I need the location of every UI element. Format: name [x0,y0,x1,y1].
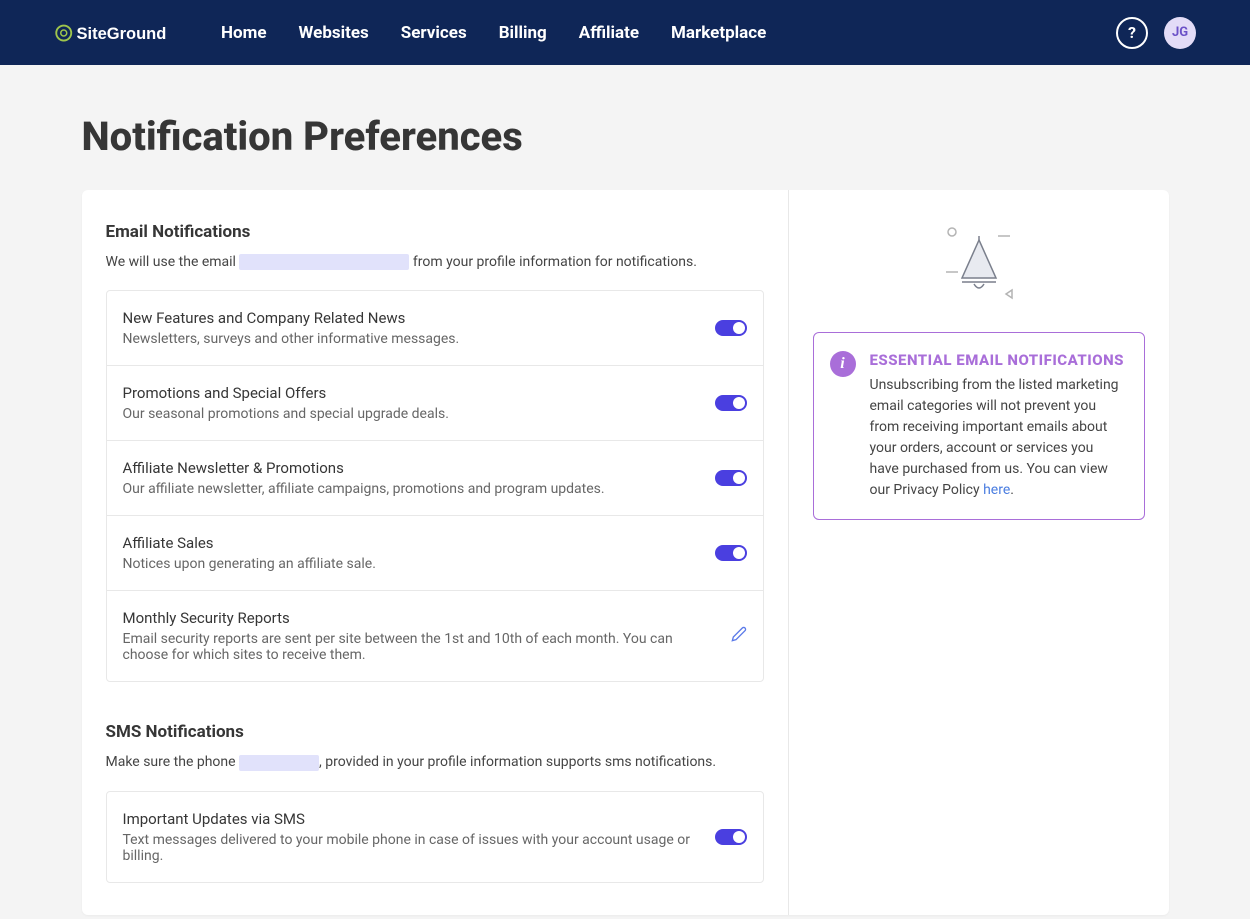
email-section-desc: We will use the email from your profile … [106,254,764,270]
sms-section-title: SMS Notifications [106,722,764,742]
sms-pref-list: Important Updates via SMS Text messages … [106,791,764,883]
nav-home[interactable]: Home [221,23,267,43]
info-text-body: Unsubscribing from the listed marketing … [870,377,1119,498]
email-pref-list: New Features and Company Related News Ne… [106,290,764,682]
toggle-affiliate-sales[interactable] [715,545,747,561]
sms-desc-prefix: Make sure the phone [106,754,240,770]
pref-desc: Notices upon generating an affiliate sal… [123,556,699,572]
pref-title: Monthly Security Reports [123,609,715,627]
page-title: Notification Preferences [82,113,1169,160]
avatar[interactable]: JG [1164,17,1196,49]
info-icon: i [830,351,856,377]
pref-desc: Newsletters, surveys and other informati… [123,331,699,347]
nav-billing[interactable]: Billing [499,23,547,43]
top-nav: SiteGround Home Websites Services Billin… [0,0,1250,65]
bell-illustration [813,222,1145,302]
info-box: i ESSENTIAL EMAIL NOTIFICATIONS Unsubscr… [813,332,1145,520]
toggle-affiliate-newsletter[interactable] [715,470,747,486]
pref-security-reports: Monthly Security Reports Email security … [107,591,763,681]
pref-desc: Email security reports are sent per site… [123,631,715,663]
nav-marketplace[interactable]: Marketplace [671,23,766,43]
pref-title: Promotions and Special Offers [123,384,699,402]
privacy-policy-link[interactable]: here [983,482,1010,498]
nav-right: ? JG [1116,17,1196,49]
pref-title: Important Updates via SMS [123,810,699,828]
pref-affiliate-sales: Affiliate Sales Notices upon generating … [107,516,763,591]
redacted-email [239,254,409,270]
toggle-sms-updates[interactable] [715,829,747,845]
help-icon[interactable]: ? [1116,17,1148,49]
redacted-phone [239,755,319,771]
pencil-icon[interactable] [731,626,747,646]
info-box-text: Unsubscribing from the listed marketing … [870,375,1126,501]
content-card: Email Notifications We will use the emai… [82,190,1169,915]
pref-promotions: Promotions and Special Offers Our season… [107,366,763,441]
toggle-new-features[interactable] [715,320,747,336]
nav-items: Home Websites Services Billing Affiliate… [221,23,1116,43]
nav-websites[interactable]: Websites [299,23,369,43]
side-column: i ESSENTIAL EMAIL NOTIFICATIONS Unsubscr… [789,190,1169,915]
pref-desc: Our seasonal promotions and special upgr… [123,406,699,422]
pref-desc: Our affiliate newsletter, affiliate camp… [123,481,699,497]
info-text-suffix: . [1010,482,1014,498]
pref-new-features: New Features and Company Related News Ne… [107,291,763,366]
sms-desc-suffix: , provided in your profile information s… [319,754,716,770]
pref-title: New Features and Company Related News [123,309,699,327]
svg-text:SiteGround: SiteGround [77,25,167,43]
email-desc-prefix: We will use the email [106,254,240,270]
pref-sms-updates: Important Updates via SMS Text messages … [107,792,763,882]
pref-title: Affiliate Sales [123,534,699,552]
info-box-title: ESSENTIAL EMAIL NOTIFICATIONS [870,351,1126,369]
sms-section-desc: Make sure the phone , provided in your p… [106,754,764,770]
main-column: Email Notifications We will use the emai… [82,190,789,915]
email-desc-suffix: from your profile information for notifi… [409,254,697,270]
pref-desc: Text messages delivered to your mobile p… [123,832,699,864]
email-section-title: Email Notifications [106,222,764,242]
pref-title: Affiliate Newsletter & Promotions [123,459,699,477]
logo[interactable]: SiteGround [54,18,189,48]
toggle-promotions[interactable] [715,395,747,411]
nav-services[interactable]: Services [401,23,467,43]
pref-affiliate-newsletter: Affiliate Newsletter & Promotions Our af… [107,441,763,516]
nav-affiliate[interactable]: Affiliate [579,23,639,43]
